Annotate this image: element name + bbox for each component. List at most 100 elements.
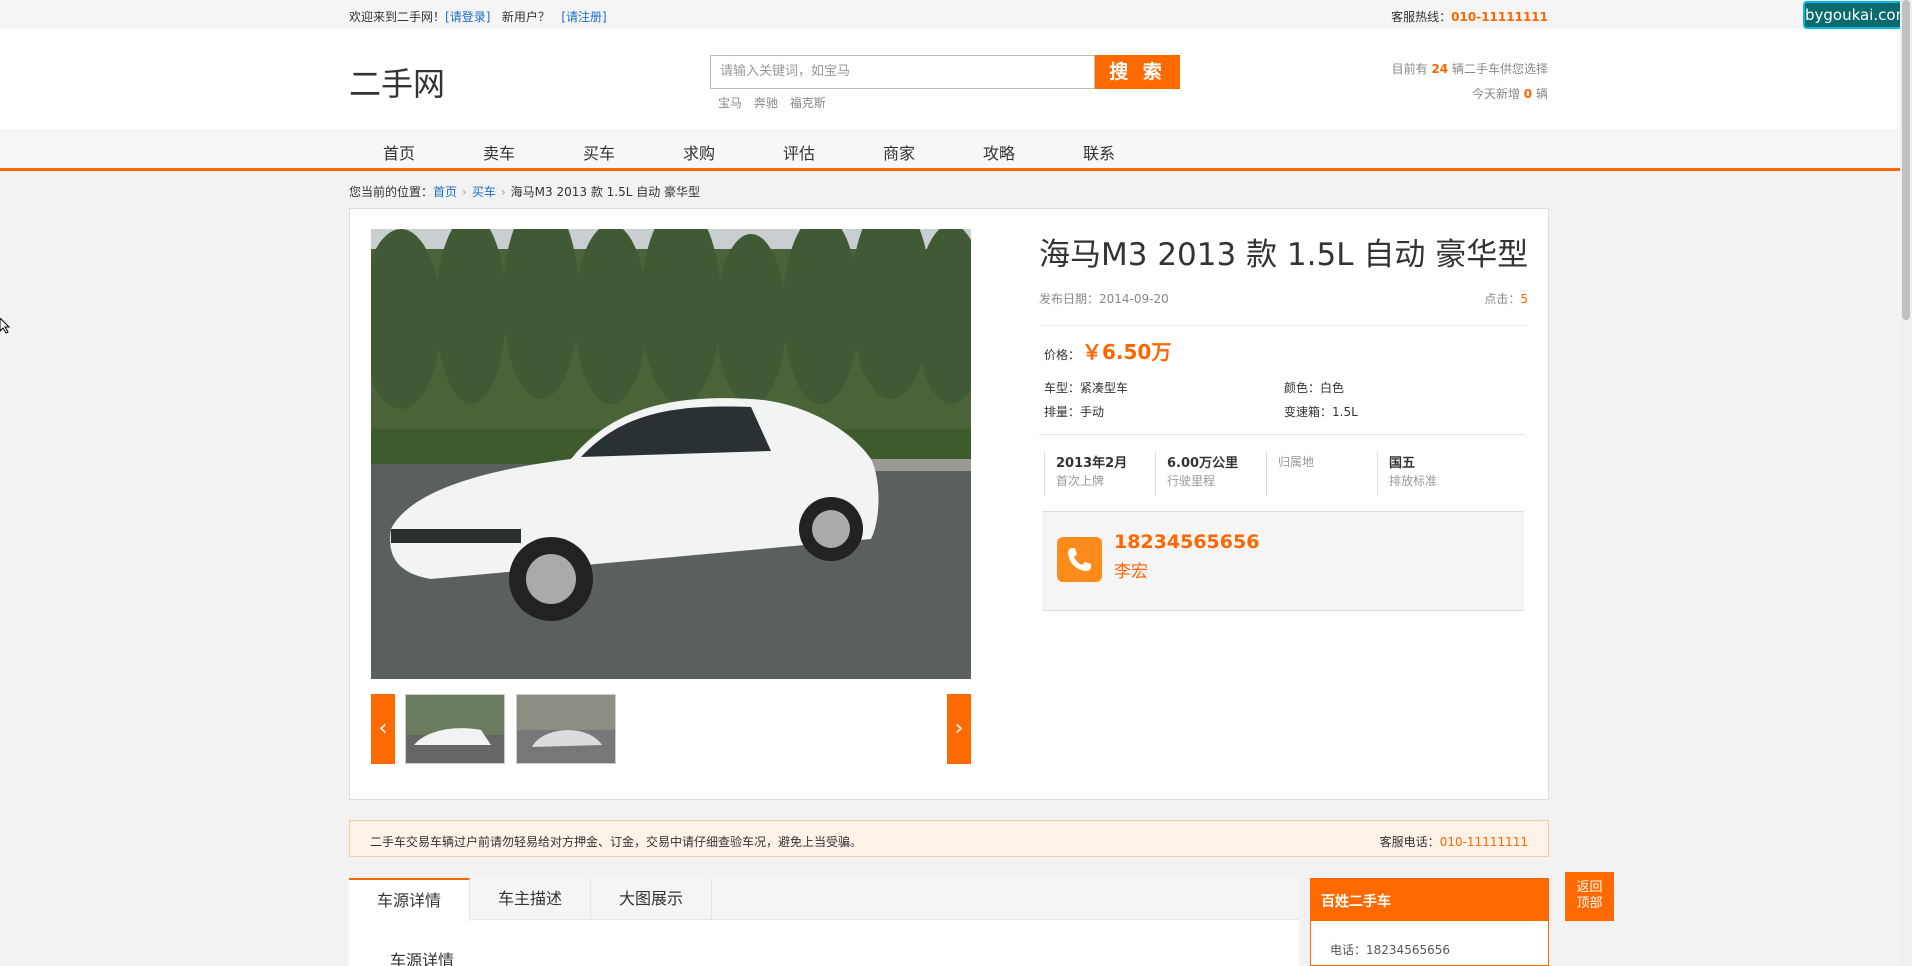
kv-location: 归属地: [1266, 452, 1377, 496]
nav-guides[interactable]: 攻略: [949, 140, 1049, 164]
kv-value: 6.00万公里: [1167, 456, 1239, 471]
spec-displacement-label: 排量：: [1044, 405, 1081, 419]
spec-gearbox: 变速箱：1.5L: [1284, 403, 1358, 420]
breadcrumb-separator: ›: [462, 185, 467, 199]
breadcrumb-buy[interactable]: 买车: [472, 185, 496, 199]
publish-date: 发布日期：2014-09-20: [1039, 290, 1169, 307]
watermark-badge: bygoukai.com: [1803, 1, 1910, 29]
car-main-photo[interactable]: [371, 229, 971, 679]
safety-notice: 二手车交易车辆过户前请勿轻易给对方押金、订金，交易中请仔细查验车况，避免上当受骗…: [349, 820, 1549, 857]
stat-suffix: 辆二手车供您选择: [1451, 62, 1548, 76]
owner-phone[interactable]: 18234565656: [1114, 531, 1259, 553]
nav-dealers[interactable]: 商家: [849, 140, 949, 164]
dealer-phone-label: 电话：: [1330, 943, 1367, 957]
stat-count: 24: [1431, 62, 1449, 76]
spec-color-label: 颜色：: [1284, 381, 1321, 395]
kv-label: 行驶里程: [1167, 474, 1216, 488]
hot-keyword-benz[interactable]: 奔驰: [754, 96, 778, 110]
breadcrumb-label: 您当前的位置：: [349, 185, 434, 199]
welcome-text: 欢迎来到二手网！: [349, 10, 446, 24]
detail-tabs-panel: 车源详情 车主描述 大图展示 车源详情: [349, 878, 1299, 966]
section-title: 车源详情: [390, 951, 455, 966]
thumb-prev-button[interactable]: ‹: [371, 694, 395, 764]
mouse-cursor-icon: [0, 318, 10, 334]
login-link[interactable]: [请登录]: [445, 10, 490, 24]
dealer-phone-value: 18234565656: [1366, 943, 1450, 957]
tab-car-details[interactable]: 车源详情: [349, 878, 470, 921]
back-to-top-line2: 顶部: [1576, 896, 1603, 911]
total-cars-stat: 目前有 24 辆二手车供您选择: [1392, 60, 1548, 77]
breadcrumb-separator: ›: [500, 185, 506, 199]
breadcrumb-current: 海马M3 2013 款 1.5L 自动 豪华型: [510, 185, 701, 199]
owner-name: 李宏: [1114, 562, 1148, 582]
kv-first-registration: 2013年2月 首次上牌: [1044, 452, 1155, 496]
nav-sell[interactable]: 卖车: [449, 140, 549, 164]
new-user-text: 新用户？: [501, 10, 550, 24]
chevron-right-icon: ›: [954, 716, 964, 741]
click-count: 点击：5: [1484, 290, 1528, 307]
nav-contact[interactable]: 联系: [1049, 140, 1149, 164]
publish-date-value: 2014-09-20: [1099, 292, 1169, 306]
kv-mileage: 6.00万公里 行驶里程: [1155, 452, 1266, 496]
kv-label: 首次上牌: [1056, 474, 1105, 488]
nav-evaluate[interactable]: 评估: [749, 140, 849, 164]
register-link[interactable]: [请注册]: [561, 10, 606, 24]
price-label: 价格：: [1044, 348, 1081, 362]
thumbnail-2[interactable]: [516, 694, 616, 764]
car-detail-card: ‹ › 海马M3 2013 款 1.5L 自动 豪华型 发布日期：2014-09…: [349, 208, 1549, 800]
back-to-top-line1: 返回: [1576, 880, 1603, 895]
hotline: 客服热线：010-11111111: [1391, 8, 1548, 25]
kv-value: 2013年2月: [1056, 456, 1128, 471]
publish-date-label: 发布日期：: [1039, 292, 1100, 306]
click-count-value: 5: [1520, 292, 1528, 306]
kv-label: 归属地: [1278, 455, 1315, 469]
phone-icon: [1057, 537, 1102, 582]
spec-type: 车型：紧凑型车: [1044, 379, 1128, 396]
tab-owner-description[interactable]: 车主描述: [470, 878, 591, 920]
notice-service: 客服电话：010-11111111: [1380, 833, 1528, 850]
price-value: ￥6.50万: [1082, 340, 1172, 364]
search-input[interactable]: 请输入关键词，如宝马: [710, 55, 1095, 89]
kv-label: 排放标准: [1389, 474, 1438, 488]
thumbnail-1[interactable]: [405, 694, 505, 764]
spec-color: 颜色：白色: [1284, 379, 1344, 396]
breadcrumb-home[interactable]: 首页: [433, 185, 457, 199]
today-new-stat: 今天新增 0 辆: [1472, 85, 1548, 102]
hot-keyword-bmw[interactable]: 宝马: [718, 96, 742, 110]
spec-gearbox-value: 1.5L: [1332, 405, 1358, 419]
spec-displacement: 排量：手动: [1044, 403, 1104, 420]
top-bar: 欢迎来到二手网！[请登录] 新用户？ [请注册] 客服热线：010-111111…: [0, 0, 1900, 29]
today-prefix: 今天新增: [1471, 87, 1520, 101]
hot-keyword-focus[interactable]: 福克斯: [790, 96, 826, 110]
thumb-next-button[interactable]: ›: [947, 694, 971, 764]
dealer-title: 百姓二手车: [1311, 879, 1548, 921]
today-count: 0: [1523, 87, 1533, 101]
notice-service-label: 客服电话：: [1379, 835, 1440, 849]
site-logo[interactable]: 二手网: [349, 59, 445, 105]
dealer-phone: 电话：18234565656: [1330, 941, 1450, 958]
notice-text: 二手车交易车辆过户前请勿轻易给对方押金、订金，交易中请仔细查验车况，避免上当受骗…: [370, 835, 863, 849]
spec-type-value: 紧凑型车: [1080, 381, 1129, 395]
tab-large-images[interactable]: 大图展示: [591, 878, 712, 920]
divider: [1039, 434, 1524, 435]
contact-box: 18234565656 李宏: [1042, 511, 1524, 611]
spec-gearbox-label: 变速箱：: [1284, 405, 1333, 419]
kv-value: 国五: [1389, 456, 1416, 471]
chevron-left-icon: ‹: [378, 716, 388, 741]
scrollbar-thumb[interactable]: [1902, 0, 1910, 320]
hot-keywords: 宝马 奔驰 福克斯: [718, 94, 834, 111]
back-to-top-button[interactable]: 返回 顶部: [1565, 872, 1614, 921]
nav-home[interactable]: 首页: [349, 140, 449, 164]
spec-type-label: 车型：: [1044, 381, 1081, 395]
car-info-box: 价格： ￥6.50万 车型：紧凑型车 颜色：白色 排量：手动 变速箱：1.5L …: [1039, 325, 1529, 621]
nav-buy[interactable]: 买车: [549, 140, 649, 164]
click-count-label: 点击：: [1484, 292, 1521, 306]
nav-wanted[interactable]: 求购: [649, 140, 749, 164]
breadcrumb: 您当前的位置：首页 › 买车 › 海马M3 2013 款 1.5L 自动 豪华型: [349, 183, 700, 200]
spec-color-value: 白色: [1320, 381, 1345, 395]
today-suffix: 辆: [1535, 87, 1548, 101]
main-nav: 首页 卖车 买车 求购 评估 商家 攻略 联系: [0, 129, 1900, 171]
search-button[interactable]: 搜 索: [1095, 55, 1180, 89]
dealer-side-box: 百姓二手车 电话：18234565656: [1310, 878, 1549, 966]
hotline-number: 010-11111111: [1451, 10, 1548, 24]
